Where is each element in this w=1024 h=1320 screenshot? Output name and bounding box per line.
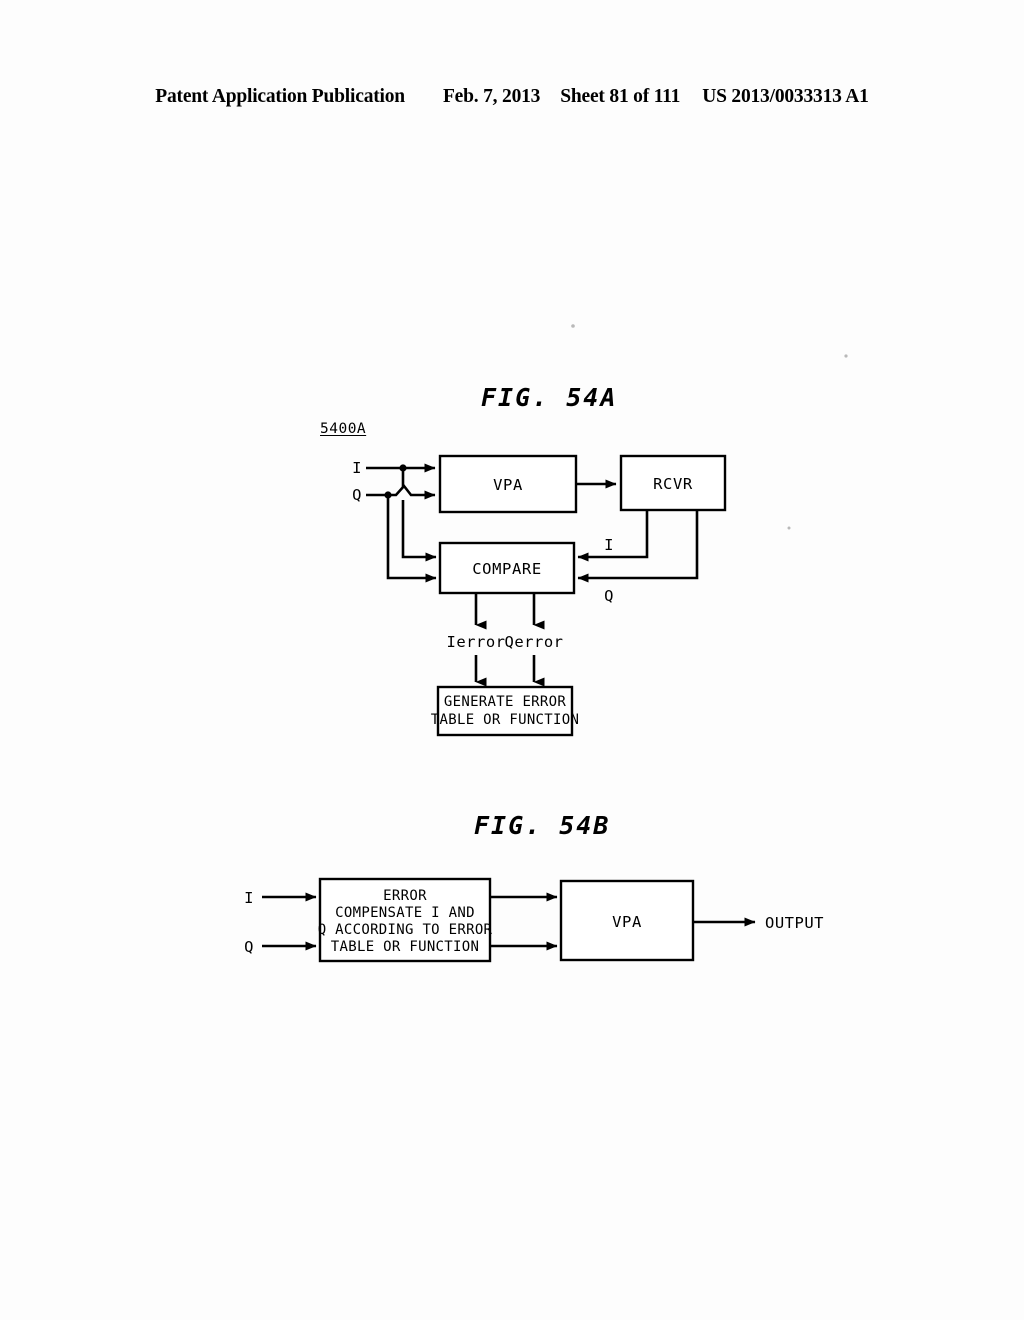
block-generate-error-table-line2: TABLE OR FUNCTION	[431, 712, 579, 728]
block-vpa-54b-label: VPA	[612, 913, 642, 931]
block-compare-label: COMPARE	[472, 560, 542, 578]
label-qerror: Qerror	[505, 633, 564, 651]
scan-speck-3	[787, 526, 791, 530]
header-publication-number: US 2013/0033313 A1	[702, 86, 869, 107]
publication-header: Patent Application Publication Feb. 7, 2…	[0, 86, 1024, 108]
scan-speck-2	[844, 354, 848, 358]
label-54b-input-i: I	[244, 889, 254, 907]
patent-figures-svg: I Q VPA RCVR I Q COMPARE Ierror Qerror G…	[244, 324, 848, 963]
figure-54a-diagram: I Q VPA RCVR I Q COMPARE Ierror Qerror G…	[352, 454, 727, 737]
block-error-compensate-line4: TABLE OR FUNCTION	[331, 939, 479, 955]
block-rcvr-label: RCVR	[653, 475, 693, 493]
block-generate-error-table-line1: GENERATE ERROR	[444, 694, 566, 710]
wire-input-q-to-vpa-with-hop	[388, 483, 436, 500]
label-ierror: Ierror	[447, 633, 506, 651]
block-vpa-54a-label: VPA	[493, 476, 523, 494]
figure-54b-title: FIG. 54B	[474, 811, 611, 840]
scan-speck-1	[571, 324, 575, 328]
label-54b-output: OUTPUT	[765, 914, 824, 932]
figure-54a-title: FIG. 54A	[481, 383, 618, 412]
wire-q-branch-to-compare	[386, 495, 437, 583]
header-publication-text: Patent Application Publication	[155, 86, 405, 107]
block-error-compensate-line1: ERROR	[383, 888, 427, 904]
block-error-compensate-line2: COMPENSATE I AND	[335, 905, 475, 921]
reference-numeral-5400a: 5400A	[320, 421, 367, 437]
label-input-i: I	[352, 459, 362, 477]
figure-54b-diagram: I Q ERROR COMPENSATE I AND Q ACCORDING T…	[244, 877, 824, 963]
header-date: Feb. 7, 2013	[442, 86, 541, 107]
header-sheet-number: Sheet 81 of 111	[560, 86, 681, 107]
patent-page: Patent Application Publication Feb. 7, 2…	[0, 0, 1024, 1320]
block-error-compensate-line3: Q ACCORDING TO ERROR	[318, 922, 493, 938]
label-input-q: Q	[352, 486, 362, 504]
wire-i-branch-to-compare	[401, 468, 436, 557]
label-feedback-i: I	[604, 536, 614, 554]
wire-rcvr-feedback-q	[577, 510, 699, 583]
label-feedback-q: Q	[604, 587, 614, 605]
label-54b-input-q: Q	[244, 938, 254, 956]
